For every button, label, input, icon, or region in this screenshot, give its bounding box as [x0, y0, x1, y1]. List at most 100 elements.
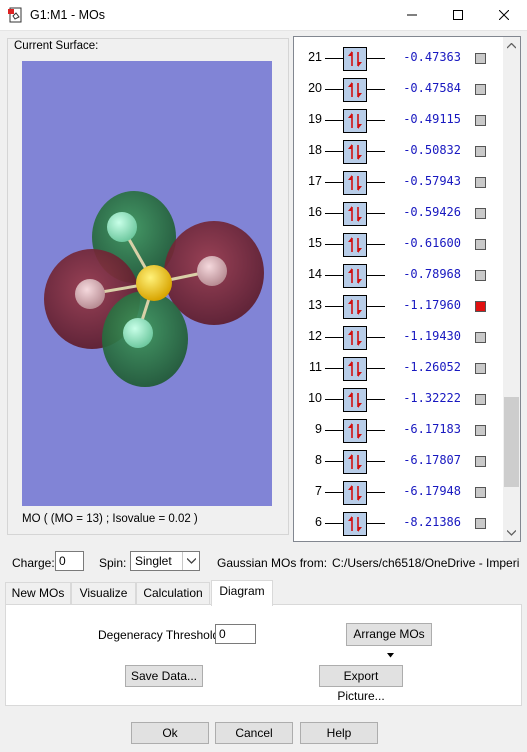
orbital-render [44, 191, 264, 387]
mo-index: 14 [308, 267, 322, 281]
mo-energy: -1.17960 [403, 298, 461, 312]
maximize-icon [453, 10, 463, 20]
mo-row[interactable]: 12 -1.19430 [294, 322, 504, 353]
mo-select-checkbox[interactable] [475, 301, 486, 312]
mo-index: 15 [308, 236, 322, 250]
save-data-button[interactable]: Save Data... [125, 665, 203, 687]
mo-row[interactable]: 11 -1.26052 [294, 353, 504, 384]
mo-energy: -6.17948 [403, 484, 461, 498]
energy-level-line [325, 182, 343, 183]
mo-index: 11 [309, 360, 322, 374]
spin-select[interactable]: Singlet [130, 551, 200, 571]
mo-index: 7 [315, 484, 322, 498]
energy-level-line [367, 151, 385, 152]
tab-calculation[interactable]: Calculation [136, 582, 210, 604]
energy-level-line [325, 492, 343, 493]
hydrogen-atom [107, 212, 137, 242]
mo-select-checkbox[interactable] [475, 84, 486, 95]
mo-row[interactable]: 9 -6.17183 [294, 415, 504, 446]
maximize-button[interactable] [435, 0, 481, 30]
mo-row[interactable]: 8 -6.17807 [294, 446, 504, 477]
mo-select-checkbox[interactable] [475, 425, 486, 436]
tab-visualize[interactable]: Visualize [71, 582, 136, 604]
tab-diagram[interactable]: Diagram [211, 580, 273, 606]
tab-new-mos[interactable]: New MOs [5, 582, 71, 604]
mo-index: 10 [308, 391, 322, 405]
scroll-thumb[interactable] [504, 397, 519, 487]
arrange-mos-button[interactable]: Arrange MOs [346, 623, 432, 658]
mo-row[interactable]: 19 -0.49115 [294, 105, 504, 136]
mo-energy: -1.32222 [403, 391, 461, 405]
mo-select-checkbox[interactable] [475, 363, 486, 374]
mo-row[interactable]: 14 -0.78968 [294, 260, 504, 291]
cancel-button[interactable]: Cancel [215, 722, 293, 744]
mo-energy: -1.26052 [403, 360, 461, 374]
mo-energy-list[interactable]: 21 -0.47363 20 -0.47584 19 -0.49115 18 -0.50832… [293, 36, 521, 542]
energy-level-line [325, 337, 343, 338]
mo-select-checkbox[interactable] [475, 270, 486, 281]
mo-row[interactable]: 16 -0.59426 [294, 198, 504, 229]
diagram-tab-panel: Degeneracy Threshold: 0 Arrange MOs Save… [5, 604, 522, 706]
mo-select-checkbox[interactable] [475, 332, 486, 343]
chevron-up-icon [507, 42, 516, 48]
mo-select-checkbox[interactable] [475, 456, 486, 467]
mo-row[interactable]: 17 -0.57943 [294, 167, 504, 198]
hydrogen-atom [197, 256, 227, 286]
mo-energy: -0.47584 [403, 81, 461, 95]
electron-pair-icon [343, 78, 367, 102]
spin-label: Spin: [99, 556, 127, 570]
mo-row[interactable]: 13 -1.17960 [294, 291, 504, 322]
mo-index: 13 [308, 298, 322, 312]
mo-select-checkbox[interactable] [475, 177, 486, 188]
degeneracy-threshold-label: Degeneracy Threshold: [98, 628, 223, 642]
mo-select-checkbox[interactable] [475, 518, 486, 529]
electron-pair-icon [343, 202, 367, 226]
mo-select-checkbox[interactable] [475, 239, 486, 250]
mo-row[interactable]: 18 -0.50832 [294, 136, 504, 167]
mo-row[interactable]: 7 -6.17948 [294, 477, 504, 508]
scroll-down-arrow[interactable] [503, 524, 520, 541]
energy-level-line [325, 151, 343, 152]
mo-index: 19 [308, 112, 322, 126]
mo-list-scrollbar[interactable] [503, 37, 520, 541]
electron-pair-icon [343, 388, 367, 412]
degeneracy-threshold-input[interactable]: 0 [215, 624, 256, 644]
mo-select-checkbox[interactable] [475, 115, 486, 126]
mo-select-checkbox[interactable] [475, 394, 486, 405]
help-button[interactable]: Help [300, 722, 378, 744]
mo-row[interactable]: 21 -0.47363 [294, 43, 504, 74]
mo-energy: -0.50832 [403, 143, 461, 157]
mo-index: 17 [308, 174, 322, 188]
electron-pair-icon [343, 481, 367, 505]
energy-level-line [367, 120, 385, 121]
molecule-viewport[interactable] [22, 61, 272, 506]
mo-select-checkbox[interactable] [475, 146, 486, 157]
mo-select-checkbox[interactable] [475, 53, 486, 64]
electron-pair-icon [343, 264, 367, 288]
gaussview-app-icon [8, 7, 22, 23]
scroll-up-arrow[interactable] [503, 37, 520, 54]
mo-row[interactable]: 20 -0.47584 [294, 74, 504, 105]
electron-pair-icon [343, 171, 367, 195]
mo-index: 18 [308, 143, 322, 157]
charge-input[interactable]: 0 [55, 551, 84, 571]
minimize-button[interactable] [389, 0, 435, 30]
energy-level-line [367, 461, 385, 462]
chevron-down-icon [186, 558, 196, 564]
electron-pair-icon [343, 326, 367, 350]
energy-level-line [367, 368, 385, 369]
electron-pair-icon [343, 512, 367, 536]
mo-row[interactable]: 10 -1.32222 [294, 384, 504, 415]
export-picture-button[interactable]: Export Picture... [319, 665, 403, 703]
energy-level-line [325, 399, 343, 400]
energy-level-line [325, 368, 343, 369]
mo-select-checkbox[interactable] [475, 208, 486, 219]
mo-caption: MO ( (MO = 13) ; Isovalue = 0.02 ) [22, 513, 198, 525]
mo-select-checkbox[interactable] [475, 487, 486, 498]
mo-row[interactable]: 6 -8.21386 [294, 508, 504, 539]
mo-row[interactable]: 15 -0.61600 [294, 229, 504, 260]
mo-index: 21 [308, 50, 322, 64]
ok-button[interactable]: Ok [131, 722, 209, 744]
current-surface-label: Current Surface: [12, 40, 101, 52]
close-button[interactable] [481, 0, 527, 30]
